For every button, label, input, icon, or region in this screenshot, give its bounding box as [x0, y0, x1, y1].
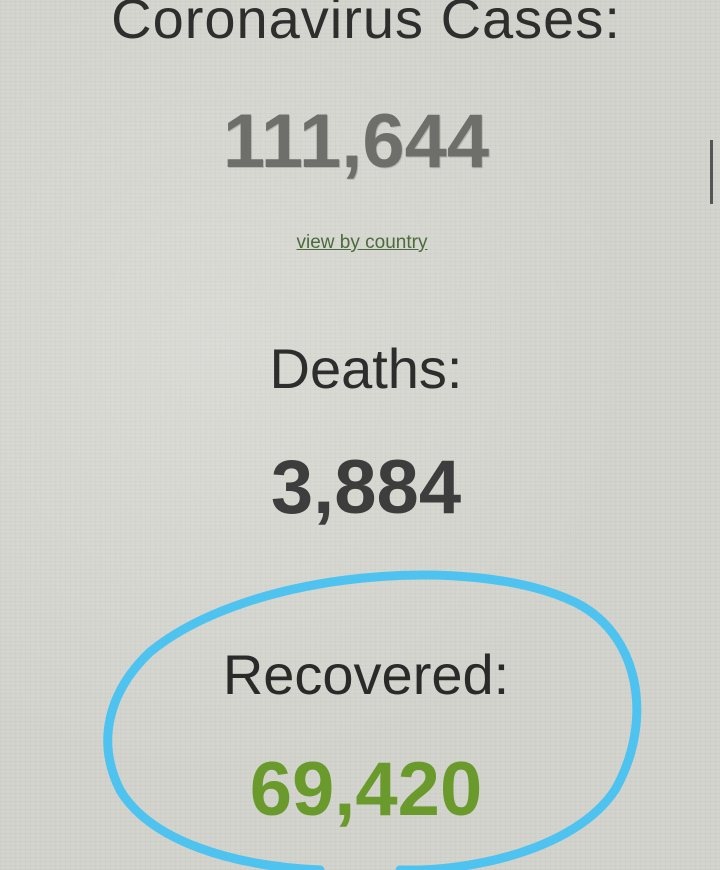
highlight-circle-annotation	[103, 570, 642, 870]
highlight-circle-stroke	[103, 570, 642, 870]
